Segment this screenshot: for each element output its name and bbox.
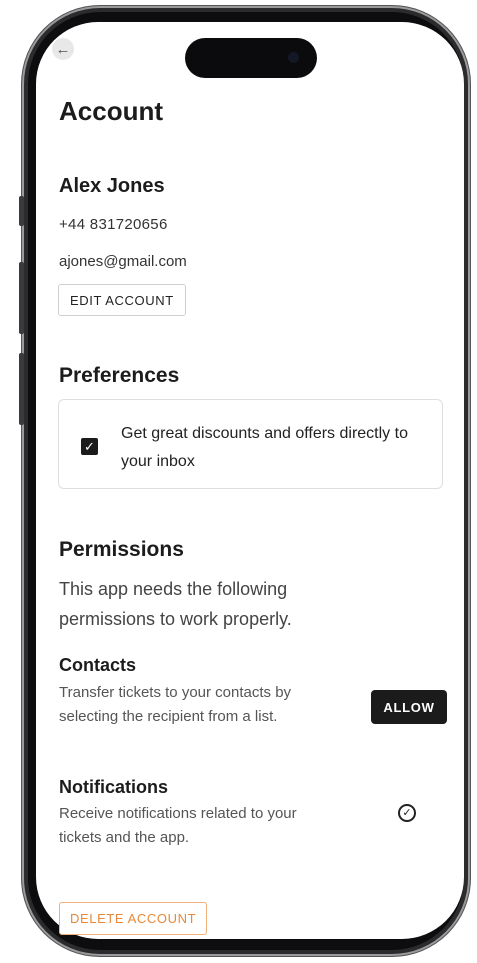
mute-switch — [19, 196, 24, 226]
dynamic-island — [185, 38, 317, 78]
offers-label: Get great discounts and offers directly … — [121, 425, 408, 470]
volume-down-button — [19, 353, 24, 425]
check-circle-icon: ✓ — [398, 804, 416, 822]
offers-checkbox[interactable]: ✓ — [81, 438, 98, 455]
permissions-heading: Permissions — [59, 538, 184, 561]
page-title: Account — [59, 96, 163, 126]
delete-account-button[interactable]: DELETE ACCOUNT — [59, 902, 208, 935]
edit-account-button[interactable]: EDIT ACCOUNT — [58, 284, 186, 316]
profile-email: ajones@gmail.com — [59, 253, 187, 270]
notifications-description: Receive notifications related to your ti… — [59, 805, 297, 846]
preferences-heading: Preferences — [59, 364, 180, 387]
profile-phone: +44 831720656 — [59, 216, 168, 233]
permissions-description: This app needs the following permissions… — [59, 579, 292, 629]
profile-name: Alex Jones — [59, 175, 165, 197]
checkmark-icon: ✓ — [84, 439, 95, 454]
back-arrow-icon[interactable]: ← — [52, 38, 74, 60]
contacts-description: Transfer tickets to your contacts by sel… — [59, 684, 292, 725]
volume-up-button — [19, 262, 24, 334]
notifications-title: Notifications — [59, 777, 169, 797]
allow-contacts-button[interactable]: ALLOW — [371, 690, 447, 724]
camera-lens — [288, 52, 299, 63]
contacts-title: Contacts — [59, 655, 137, 675]
preferences-card: ✓ Get great discounts and offers directl… — [58, 399, 443, 489]
